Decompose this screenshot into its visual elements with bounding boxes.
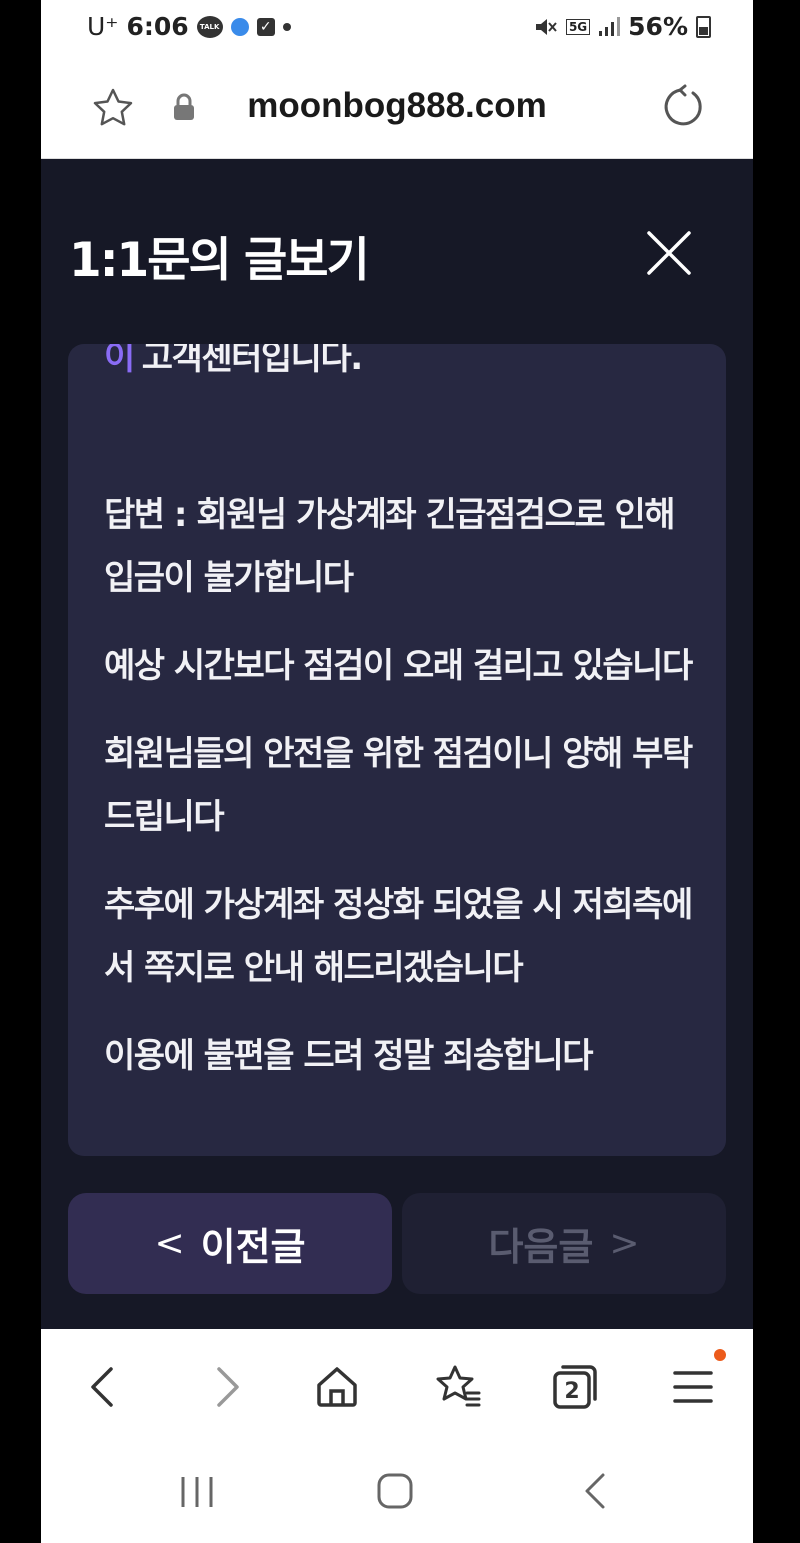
more-notifications-dot-icon xyxy=(282,22,291,31)
answer-paragraph: 추후에 가상계좌 정상화 되었을 시 저희측에서 쪽지로 안내 해드리겠습니다 xyxy=(104,885,693,988)
inquiry-answer-text: 이 고객센터입니다. 답변 : 회원님 가상계좌 긴급점검으로 인해 입금이 불가… xyxy=(104,344,704,1113)
recent-apps-icon[interactable] xyxy=(177,1471,217,1511)
status-right: 5G 56% xyxy=(534,12,711,41)
tabs-button[interactable]: 2 xyxy=(547,1359,603,1415)
menu-notification-dot xyxy=(714,1349,726,1361)
answer-paragraph: 답변 : 회원님 가상계좌 긴급점검으로 인해 입금이 불가합니다 xyxy=(104,495,676,598)
previous-post-button[interactable]: < 이전글 xyxy=(68,1193,392,1294)
inquiry-content-card[interactable]: 이 고객센터입니다. 답변 : 회원님 가상계좌 긴급점검으로 인해 입금이 불가… xyxy=(68,344,726,1156)
inquiry-view-page: 1:1문의 글보기 이 고객센터입니다. 답변 : 회원님 가상계좌 긴급점검으로… xyxy=(41,159,753,1329)
answer-paragraph: 회원님들의 안전을 위한 점검이니 양해 부탁드립니다 xyxy=(104,734,693,837)
checkbox-notification-icon: ✓ xyxy=(256,17,275,36)
previous-post-label: 이전글 xyxy=(200,1225,306,1269)
next-post-button[interactable]: 다음글 > xyxy=(402,1193,726,1294)
menu-icon[interactable] xyxy=(665,1359,721,1415)
system-back-icon[interactable] xyxy=(577,1471,617,1511)
system-navigation-bar xyxy=(41,1441,753,1543)
mute-icon xyxy=(535,18,557,35)
status-left: U⁺ 6:06 TALK ✓ xyxy=(87,12,291,41)
home-icon[interactable] xyxy=(309,1359,365,1415)
kakaotalk-notification-icon: TALK xyxy=(196,15,223,38)
home-button-icon[interactable] xyxy=(375,1471,415,1511)
next-post-label: 다음글 xyxy=(488,1225,594,1269)
chevron-right-icon: > xyxy=(609,1223,640,1264)
status-bar: U⁺ 6:06 TALK ✓ 5G 56% xyxy=(41,0,753,58)
signal-icon xyxy=(599,16,621,36)
chevron-left-icon: < xyxy=(154,1223,185,1264)
answer-paragraph: 이용에 불편을 드려 정말 죄송합니다 xyxy=(104,1036,594,1076)
url-text[interactable]: moonbog888.com xyxy=(41,86,753,126)
greeting-line: 이 고객센터입니다. xyxy=(104,344,704,384)
page-title: 1:1문의 글보기 xyxy=(69,233,370,288)
address-bar[interactable]: moonbog888.com xyxy=(41,58,753,159)
network-type-icon: 5G xyxy=(565,18,591,35)
reload-icon[interactable] xyxy=(659,84,707,132)
greeting-text: 고객센터입니다. xyxy=(141,344,363,378)
carrier-label: U⁺ xyxy=(87,12,119,41)
close-icon[interactable] xyxy=(645,229,693,277)
bookmarks-icon[interactable] xyxy=(429,1359,485,1415)
browser-bottom-nav: 2 xyxy=(41,1329,753,1441)
answer-paragraph: 예상 시간보다 점검이 오래 걸리고 있습니다 xyxy=(104,646,693,686)
tabs-count: 2 xyxy=(564,1379,580,1404)
battery-percent: 56% xyxy=(628,12,688,41)
greeting-accent: 이 xyxy=(104,344,135,378)
back-arrow-icon[interactable] xyxy=(77,1359,133,1415)
forward-arrow-icon[interactable] xyxy=(197,1359,253,1415)
app-notification-icon xyxy=(230,17,249,36)
status-time: 6:06 xyxy=(126,12,189,41)
phone-screen: U⁺ 6:06 TALK ✓ 5G 56% moonbog888.com 1:1… xyxy=(41,0,753,1543)
battery-icon xyxy=(696,15,711,38)
